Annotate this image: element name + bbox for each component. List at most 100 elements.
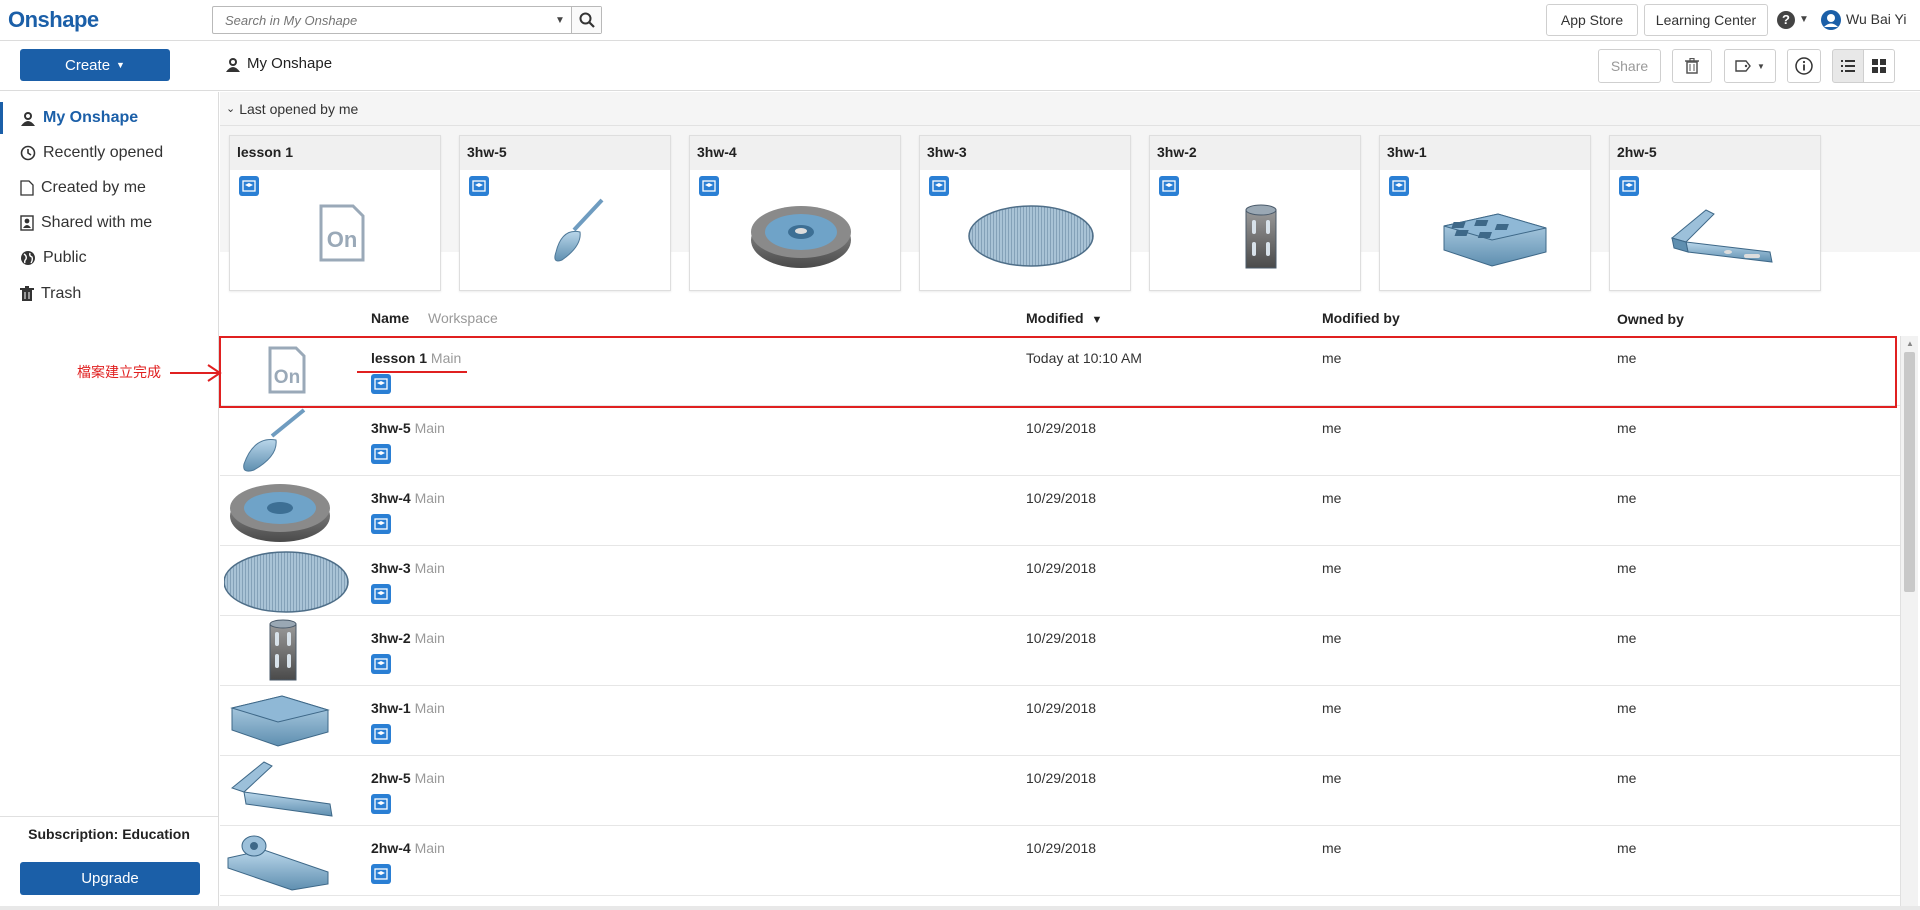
user-name[interactable]: Wu Bai Yi bbox=[1846, 11, 1906, 27]
table-row[interactable]: 3hw-3 Main 10/29/2018 me me bbox=[220, 546, 1900, 616]
sidebar-item-label: Public bbox=[43, 249, 87, 266]
help-icon[interactable]: ? bbox=[1777, 11, 1795, 29]
recent-card[interactable]: 3hw-1 bbox=[1379, 135, 1591, 291]
chevron-down-icon: ▼ bbox=[1757, 61, 1765, 71]
education-badge-icon bbox=[371, 724, 391, 744]
education-badge-icon bbox=[371, 514, 391, 534]
column-header-owned-by[interactable]: Owned by bbox=[1617, 311, 1684, 327]
document-name-text: 3hw-1 bbox=[371, 700, 411, 716]
document-name-text: 3hw-4 bbox=[371, 490, 411, 506]
recent-card[interactable]: 3hw-5 bbox=[459, 135, 671, 291]
workspace-name: Main bbox=[414, 560, 445, 576]
list-view-button[interactable] bbox=[1832, 49, 1864, 83]
workspace-name: Main bbox=[414, 490, 445, 506]
recent-card[interactable]: 3hw-4 bbox=[689, 135, 901, 291]
sidebar-item-my-onshape[interactable]: My Onshape bbox=[0, 102, 218, 134]
card-title: 3hw-4 bbox=[690, 136, 900, 170]
sidebar-item-label: My Onshape bbox=[43, 109, 139, 126]
table-row[interactable]: 3hw-2 Main 10/29/2018 me me bbox=[220, 616, 1900, 686]
search-box[interactable]: ▼ bbox=[212, 6, 602, 34]
user-avatar-icon[interactable] bbox=[1820, 9, 1842, 31]
document-name[interactable]: 3hw-5 Main bbox=[371, 420, 445, 436]
education-badge-icon bbox=[239, 176, 259, 196]
education-badge-icon bbox=[469, 176, 489, 196]
scrollbar-thumb[interactable] bbox=[1904, 352, 1915, 592]
table-row[interactable]: 3hw-5 Main 10/29/2018 me me bbox=[220, 406, 1900, 476]
delete-button[interactable] bbox=[1672, 49, 1712, 83]
scroll-up-icon[interactable]: ▲ bbox=[1906, 339, 1914, 348]
card-title: 3hw-2 bbox=[1150, 136, 1360, 170]
table-row[interactable]: 2hw-5 Main 10/29/2018 me me bbox=[220, 756, 1900, 826]
education-badge-icon bbox=[1389, 176, 1409, 196]
modified-date: 10/29/2018 bbox=[1026, 560, 1097, 576]
highlight-box bbox=[219, 336, 1897, 408]
recent-card[interactable]: 3hw-2 bbox=[1149, 135, 1361, 291]
document-thumbnail: On bbox=[319, 204, 365, 262]
sidebar-item-public[interactable]: Public bbox=[0, 242, 218, 274]
learning-center-button[interactable]: Learning Center bbox=[1644, 4, 1768, 36]
document-name-text: 3hw-2 bbox=[371, 630, 411, 646]
chevron-down-icon[interactable]: ⌄ bbox=[226, 102, 235, 115]
main-content: ⌄ Last opened by me lesson 1 On 3hw-5 3h… bbox=[220, 92, 1920, 906]
clock-icon bbox=[20, 145, 36, 161]
column-header-modified[interactable]: Modified ▼ bbox=[1026, 310, 1102, 326]
column-header-modified-by[interactable]: Modified by bbox=[1322, 310, 1400, 326]
chevron-down-icon: ▼ bbox=[116, 60, 125, 70]
trash-icon bbox=[1685, 58, 1699, 74]
create-button[interactable]: Create ▼ bbox=[20, 49, 170, 81]
sidebar-item-recently-opened[interactable]: Recently opened bbox=[0, 137, 218, 169]
search-dropdown-icon[interactable]: ▼ bbox=[555, 15, 565, 26]
modified-by: me bbox=[1322, 560, 1342, 576]
info-icon bbox=[1795, 57, 1813, 75]
annotation-arrow-icon bbox=[170, 364, 222, 382]
owned-by: me bbox=[1617, 420, 1637, 436]
document-name[interactable]: 3hw-4 Main bbox=[371, 490, 445, 506]
onshape-logo[interactable]: Onshape bbox=[8, 7, 99, 33]
sidebar: My Onshape Recently opened Created by me… bbox=[0, 92, 219, 906]
share-button[interactable]: Share bbox=[1598, 49, 1661, 83]
subscription-label: Subscription: Education bbox=[28, 826, 190, 842]
education-badge-icon bbox=[371, 444, 391, 464]
list-scrollbar[interactable]: ▲ bbox=[1900, 336, 1918, 906]
person-icon bbox=[226, 57, 240, 72]
grid-view-icon bbox=[1872, 59, 1886, 73]
info-button[interactable] bbox=[1787, 49, 1821, 83]
document-name[interactable]: 3hw-1 Main bbox=[371, 700, 445, 716]
document-name[interactable]: 3hw-3 Main bbox=[371, 560, 445, 576]
label-dropdown-button[interactable]: ▼ bbox=[1724, 49, 1776, 83]
bracket-thumbnail bbox=[230, 761, 333, 817]
table-row[interactable]: 2hw-4 Main 10/29/2018 me me bbox=[220, 826, 1900, 896]
sidebar-item-trash[interactable]: Trash bbox=[0, 278, 218, 310]
card-title: 3hw-1 bbox=[1380, 136, 1590, 170]
education-badge-icon bbox=[371, 794, 391, 814]
owned-by: me bbox=[1617, 700, 1637, 716]
search-button[interactable] bbox=[571, 7, 601, 33]
recent-section-header[interactable]: ⌄ Last opened by me bbox=[220, 92, 1920, 126]
table-row[interactable]: 3hw-1 Main 10/29/2018 me me bbox=[220, 686, 1900, 756]
recent-card[interactable]: 2hw-5 bbox=[1609, 135, 1821, 291]
modified-by: me bbox=[1322, 770, 1342, 786]
tool-thumbnail bbox=[243, 408, 306, 472]
table-row[interactable]: 3hw-4 Main 10/29/2018 me me bbox=[220, 476, 1900, 546]
sidebar-item-shared-with-me[interactable]: Shared with me bbox=[0, 207, 218, 239]
document-name[interactable]: 3hw-2 Main bbox=[371, 630, 445, 646]
help-dropdown-icon[interactable]: ▼ bbox=[1799, 14, 1809, 25]
grid-view-button[interactable] bbox=[1863, 49, 1895, 83]
sidebar-item-created-by-me[interactable]: Created by me bbox=[0, 172, 218, 204]
recent-card[interactable]: 3hw-3 bbox=[919, 135, 1131, 291]
app-store-button[interactable]: App Store bbox=[1546, 4, 1638, 36]
search-icon bbox=[579, 12, 595, 28]
upgrade-button[interactable]: Upgrade bbox=[20, 862, 200, 895]
document-name[interactable]: 2hw-5 Main bbox=[371, 770, 445, 786]
recent-card[interactable]: lesson 1 On bbox=[229, 135, 441, 291]
education-badge-icon bbox=[699, 176, 719, 196]
breadcrumb: My Onshape bbox=[225, 55, 332, 72]
card-title: 2hw-5 bbox=[1610, 136, 1820, 170]
sidebar-divider bbox=[0, 816, 218, 817]
breadcrumb-label: My Onshape bbox=[247, 55, 333, 72]
document-name[interactable]: 2hw-4 Main bbox=[371, 840, 445, 856]
owned-by: me bbox=[1617, 840, 1637, 856]
search-input[interactable] bbox=[213, 7, 569, 33]
column-header-name[interactable]: Name bbox=[371, 310, 409, 326]
cylinder-thumbnail bbox=[269, 619, 297, 681]
